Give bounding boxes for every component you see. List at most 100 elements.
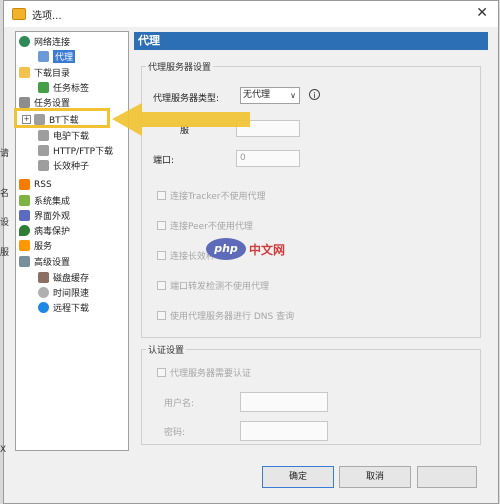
username-label: 用户名: (164, 399, 195, 409)
tree-item-label: 代理 (53, 50, 76, 63)
watermark: php 中文网 (206, 238, 285, 260)
options-tree: 网络连接 代理 下载目录 任务标签 任务设置 + BT下载 电驴下载 HTTP/… (15, 31, 129, 451)
proxy-icon (38, 51, 49, 62)
proxy-panel: 代理 代理服务器设置 代理服务器类型: 无代理 ∨ i 服 端口: 0 连接Tr… (134, 32, 488, 451)
proxy-type-label: 代理服务器类型: (153, 94, 220, 104)
appearance-icon (19, 210, 30, 221)
tree-item-label: 磁盘缓存 (53, 274, 90, 284)
tree-item-system[interactable]: 系统集成 (19, 193, 70, 208)
rss-icon (19, 179, 30, 190)
port-input[interactable]: 0 (236, 150, 300, 167)
tree-item-antivirus[interactable]: 病毒保护 (19, 223, 70, 238)
checkbox-box[interactable] (157, 281, 166, 290)
password-label: 密码: (164, 428, 186, 438)
tree-item-label: 远程下载 (53, 304, 90, 314)
tree-item-label: 长效种子 (53, 162, 90, 172)
tree-item-proxy[interactable]: 代理 (38, 49, 76, 64)
checkbox-label: 连接Tracker不使用代理 (170, 192, 266, 202)
port-label: 端口: (153, 156, 175, 166)
tree-item-disk-cache[interactable]: 磁盘缓存 (38, 270, 89, 285)
title-bar: 选项... ✕ (4, 1, 498, 27)
checkbox-box[interactable] (157, 368, 166, 377)
edge-text: 设 (0, 218, 10, 228)
edge-text: X (0, 445, 7, 455)
clock-icon (38, 287, 49, 298)
emule-icon (38, 130, 49, 141)
tree-item-label: 时间限速 (53, 289, 90, 299)
checkbox-label: 端口转发检测不使用代理 (170, 282, 270, 292)
panel-title: 代理 (134, 32, 488, 50)
edge-text: 服 (0, 248, 10, 258)
tree-item-label: 网络连接 (34, 38, 71, 48)
tree-item-remote[interactable]: 远程下载 (38, 300, 89, 315)
tree-item-label: 病毒保护 (34, 227, 71, 237)
tree-item-task-tags[interactable]: 任务标签 (38, 80, 89, 95)
tree-item-seeds[interactable]: 长效种子 (38, 158, 89, 173)
watermark-logo: php (206, 238, 246, 260)
tree-item-advanced[interactable]: 高级设置 (19, 254, 70, 269)
globe-icon (19, 36, 30, 47)
checkbox-port-forward[interactable]: 端口转发检测不使用代理 (157, 279, 269, 292)
app-icon (12, 8, 26, 20)
http-icon (38, 145, 49, 156)
tree-item-label: 界面外观 (34, 212, 71, 222)
integration-icon (19, 195, 30, 206)
username-input[interactable] (240, 392, 328, 412)
gear-icon (19, 97, 30, 108)
tree-item-time-limit[interactable]: 时间限速 (38, 285, 89, 300)
shield-icon (19, 225, 30, 236)
services-icon (19, 240, 30, 251)
edge-text: 名 (0, 189, 10, 199)
tree-item-emule[interactable]: 电驴下载 (38, 128, 89, 143)
info-icon[interactable]: i (309, 89, 320, 100)
proxy-type-value: 无代理 (243, 90, 271, 100)
checkbox-label: 连接Peer不使用代理 (170, 222, 253, 232)
proxy-settings-legend: 代理服务器设置 (148, 63, 212, 73)
tag-icon (38, 82, 49, 93)
tree-item-services[interactable]: 服务 (19, 238, 52, 253)
seed-icon (38, 160, 49, 171)
checkbox-box[interactable] (157, 251, 166, 260)
checkbox-tracker[interactable]: 连接Tracker不使用代理 (157, 189, 265, 202)
server-label: 服 (180, 126, 190, 136)
tree-item-label: HTTP/FTP下载 (53, 147, 114, 157)
port-value: 0 (240, 153, 246, 163)
extra-button[interactable] (417, 466, 477, 488)
server-input[interactable] (236, 120, 300, 137)
checkbox-box[interactable] (157, 311, 166, 320)
checkbox-box[interactable] (157, 191, 166, 200)
tree-item-network[interactable]: 网络连接 (19, 34, 70, 49)
edge-text: 请 (0, 149, 10, 159)
tree-item-label: 服务 (34, 242, 53, 252)
close-icon[interactable]: ✕ (476, 5, 488, 21)
highlight-box (14, 108, 110, 128)
chevron-down-icon: ∨ (290, 91, 296, 100)
window-title: 选项... (32, 10, 62, 22)
checkbox-label: 使用代理服务器进行 DNS 查询 (170, 312, 295, 322)
checkbox-dns[interactable]: 使用代理服务器进行 DNS 查询 (157, 309, 294, 322)
advanced-icon (19, 256, 30, 267)
auth-settings-group: 认证设置 代理服务器需要认证 用户名: 密码: (141, 343, 481, 445)
tree-item-label: 系统集成 (34, 197, 71, 207)
tree-item-appearance[interactable]: 界面外观 (19, 208, 70, 223)
proxy-settings-group: 代理服务器设置 代理服务器类型: 无代理 ∨ i 服 端口: 0 连接Track… (141, 60, 481, 338)
tree-item-label: RSS (34, 179, 52, 190)
ok-button[interactable]: 确定 (262, 466, 334, 488)
cancel-button[interactable]: 取消 (339, 466, 411, 488)
remote-icon (38, 302, 49, 313)
tree-item-download-dir[interactable]: 下载目录 (19, 65, 70, 80)
tree-item-rss[interactable]: RSS (19, 177, 52, 192)
auth-settings-legend: 认证设置 (148, 346, 185, 356)
checkbox-label: 代理服务器需要认证 (170, 369, 252, 379)
checkbox-peer[interactable]: 连接Peer不使用代理 (157, 219, 253, 232)
tree-item-label: 电驴下载 (53, 132, 90, 142)
proxy-type-select[interactable]: 无代理 ∨ (240, 87, 300, 104)
tree-item-label: 任务标签 (53, 84, 90, 94)
checkbox-require-auth[interactable]: 代理服务器需要认证 (157, 366, 251, 379)
checkbox-box[interactable] (157, 221, 166, 230)
password-input[interactable] (240, 421, 328, 441)
watermark-text: 中文网 (249, 242, 286, 257)
disk-icon (38, 272, 49, 283)
tree-item-http-ftp[interactable]: HTTP/FTP下载 (38, 143, 113, 158)
tree-item-label: 下载目录 (34, 69, 71, 79)
